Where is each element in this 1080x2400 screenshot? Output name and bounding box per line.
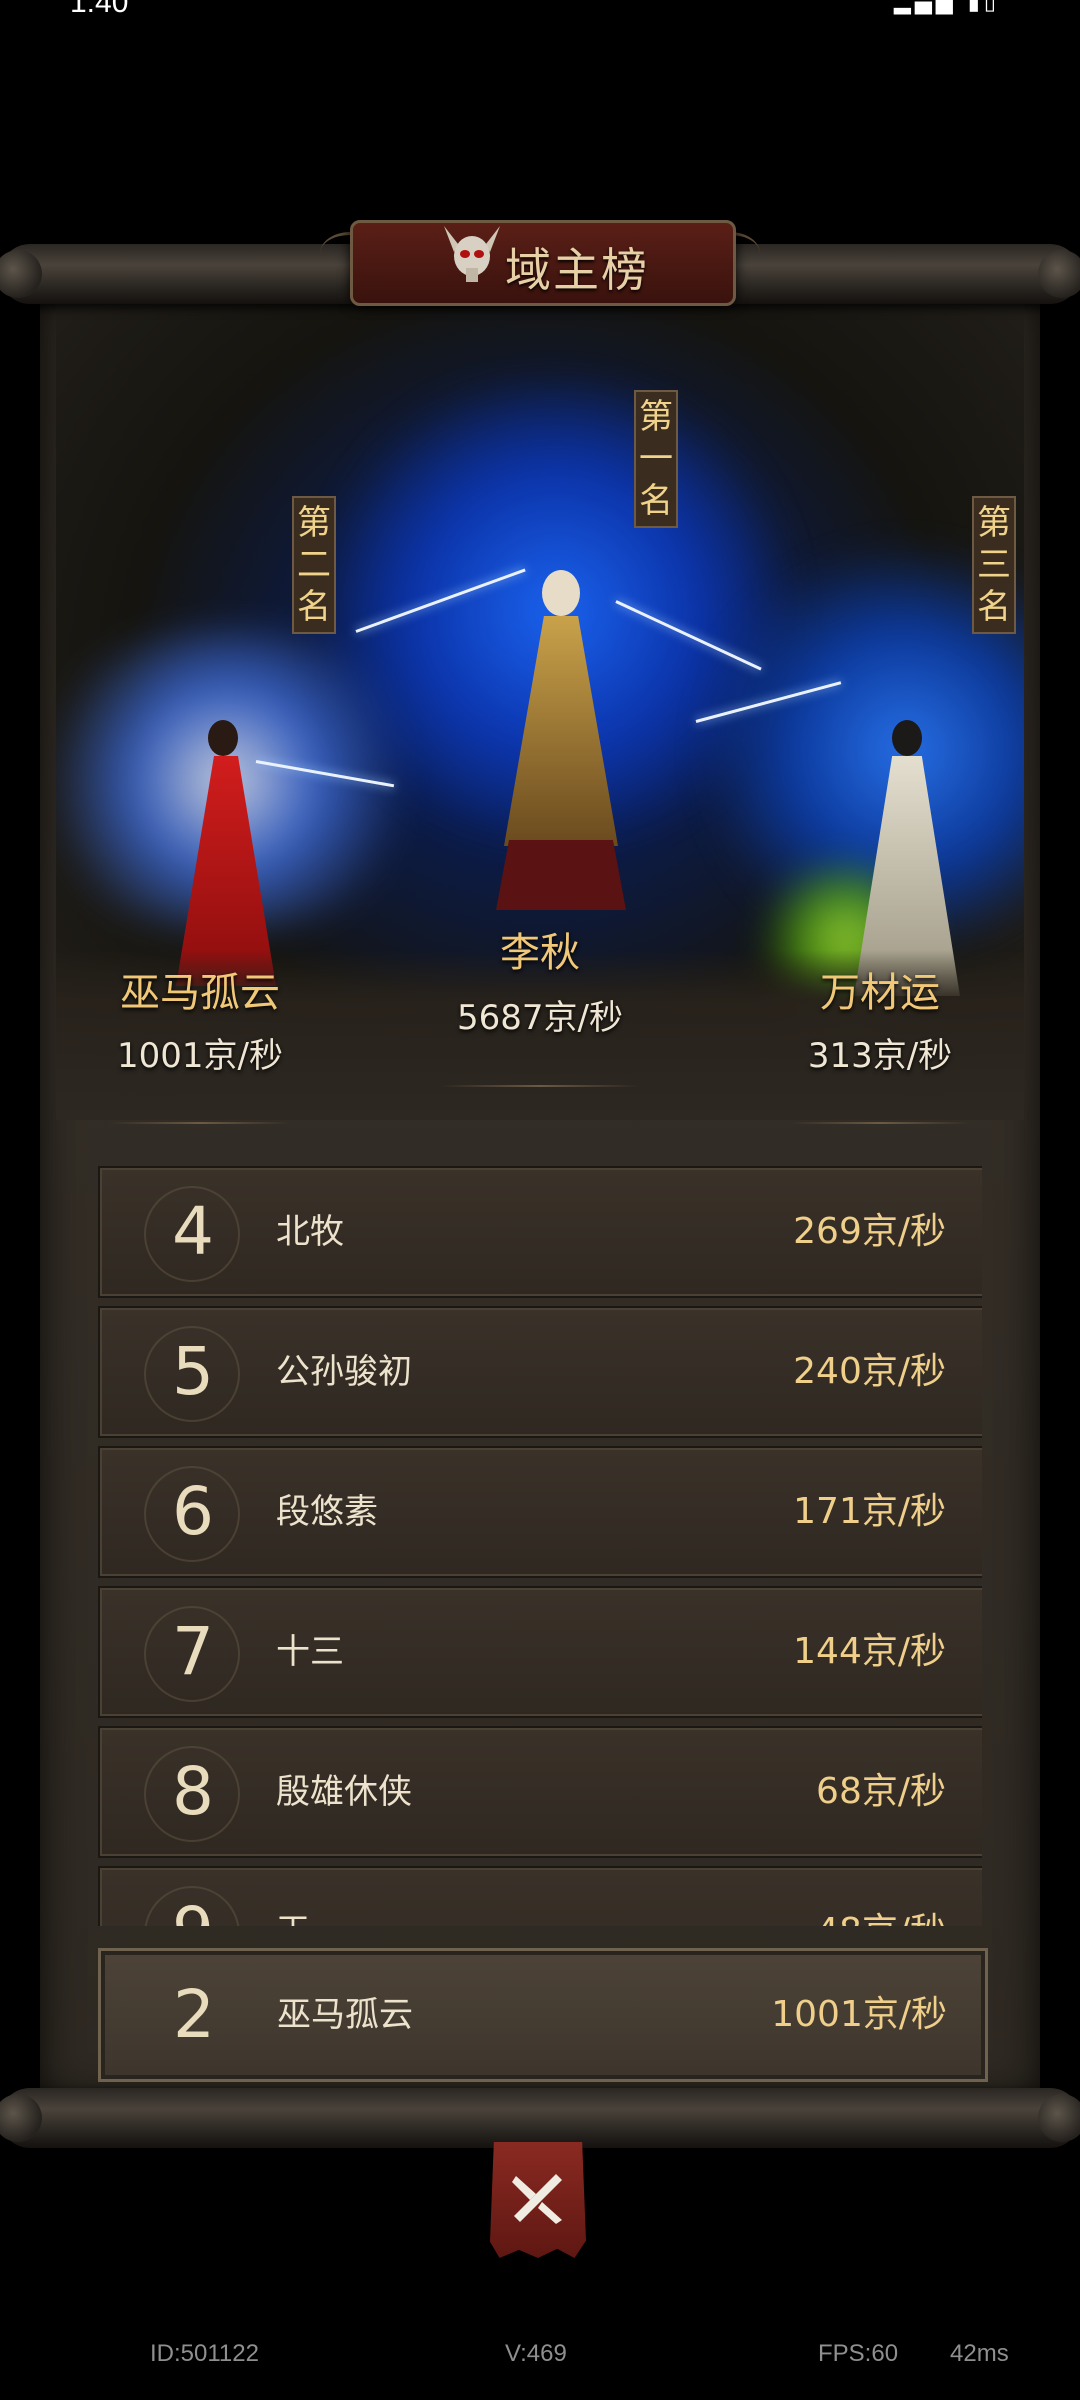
player-name: 十三	[276, 1632, 344, 1672]
list-divider-left	[110, 1122, 290, 1124]
my-rank-number: 2	[173, 1976, 215, 2053]
player-score: 144京/秒	[793, 1631, 946, 1672]
ranking-row-6[interactable]: 6 段悠素 171京/秒	[98, 1446, 982, 1578]
player-name: 段悠素	[276, 1492, 378, 1532]
status-bar: 1:40 ▂▄▆ ▮▯	[0, 0, 1080, 20]
my-player-name: 巫马孤云	[277, 1995, 413, 2035]
player-score: 171京/秒	[793, 1491, 946, 1532]
latency: 42ms	[950, 2340, 1009, 2367]
fps-counter: FPS:60	[818, 2340, 899, 2367]
first-place-ribbon: 第一名	[634, 390, 678, 528]
second-place-name: 巫马孤云	[120, 970, 280, 1016]
rank-number: 5	[172, 1333, 214, 1410]
skull-icon	[444, 226, 500, 282]
player-name: 北牧	[276, 1212, 344, 1252]
podium-divider	[440, 1085, 640, 1087]
ranking-row-7[interactable]: 7 十三 144京/秒	[98, 1586, 982, 1718]
close-button[interactable]	[490, 2142, 586, 2258]
list-divider-right	[790, 1122, 970, 1124]
rank-number: 6	[172, 1473, 214, 1550]
rank-number: 8	[172, 1753, 214, 1830]
player-name: 公孙骏初	[276, 1352, 412, 1392]
player-score: 68京/秒	[816, 1771, 946, 1812]
scroll-bottom-rod	[0, 2088, 1080, 2148]
player-score: 240京/秒	[793, 1351, 946, 1392]
version: V:469	[505, 2340, 567, 2367]
my-player-score: 1001京/秒	[771, 1994, 947, 2035]
system-nav-bar[interactable]	[0, 2388, 1080, 2400]
status-icons: ▂▄▆ ▮▯	[894, 0, 1000, 15]
second-place-score: 1001京/秒	[117, 1036, 283, 1076]
ranking-list[interactable]: 4 北牧 269京/秒 5 公孙骏初 240京/秒 6 段悠素 171京/秒 7…	[98, 1166, 982, 1926]
status-time: 1:40	[70, 0, 129, 19]
second-place-ribbon: 第二名	[292, 496, 336, 634]
my-rank-row[interactable]: 2 巫马孤云 1001京/秒	[98, 1948, 988, 2082]
third-place-name: 万材运	[820, 970, 940, 1016]
first-place-name: 李秋	[500, 930, 580, 976]
ranking-row-9[interactable]: 9 王 48京/秒	[98, 1866, 982, 1926]
ranking-row-5[interactable]: 5 公孙骏初 240京/秒	[98, 1306, 982, 1438]
first-place-score: 5687京/秒	[457, 998, 623, 1038]
player-id: ID:501122	[150, 2340, 259, 2367]
close-icon	[512, 2174, 562, 2224]
rank-number: 9	[138, 1868, 248, 1926]
player-score: 269京/秒	[793, 1211, 946, 1252]
player-name: 王	[276, 1868, 310, 1926]
third-place-score: 313京/秒	[807, 1036, 953, 1076]
ranking-row-4[interactable]: 4 北牧 269京/秒	[98, 1166, 982, 1298]
third-place-ribbon: 第三名	[972, 496, 1016, 634]
rank-number: 4	[172, 1193, 214, 1270]
player-name: 殷雄休侠	[276, 1772, 412, 1812]
player-score: 48京/秒	[816, 1868, 946, 1926]
first-place-character[interactable]	[486, 550, 636, 930]
rank-number: 7	[172, 1613, 214, 1690]
page-title: 域主榜	[505, 243, 649, 297]
ranking-row-8[interactable]: 8 殷雄休侠 68京/秒	[98, 1726, 982, 1858]
